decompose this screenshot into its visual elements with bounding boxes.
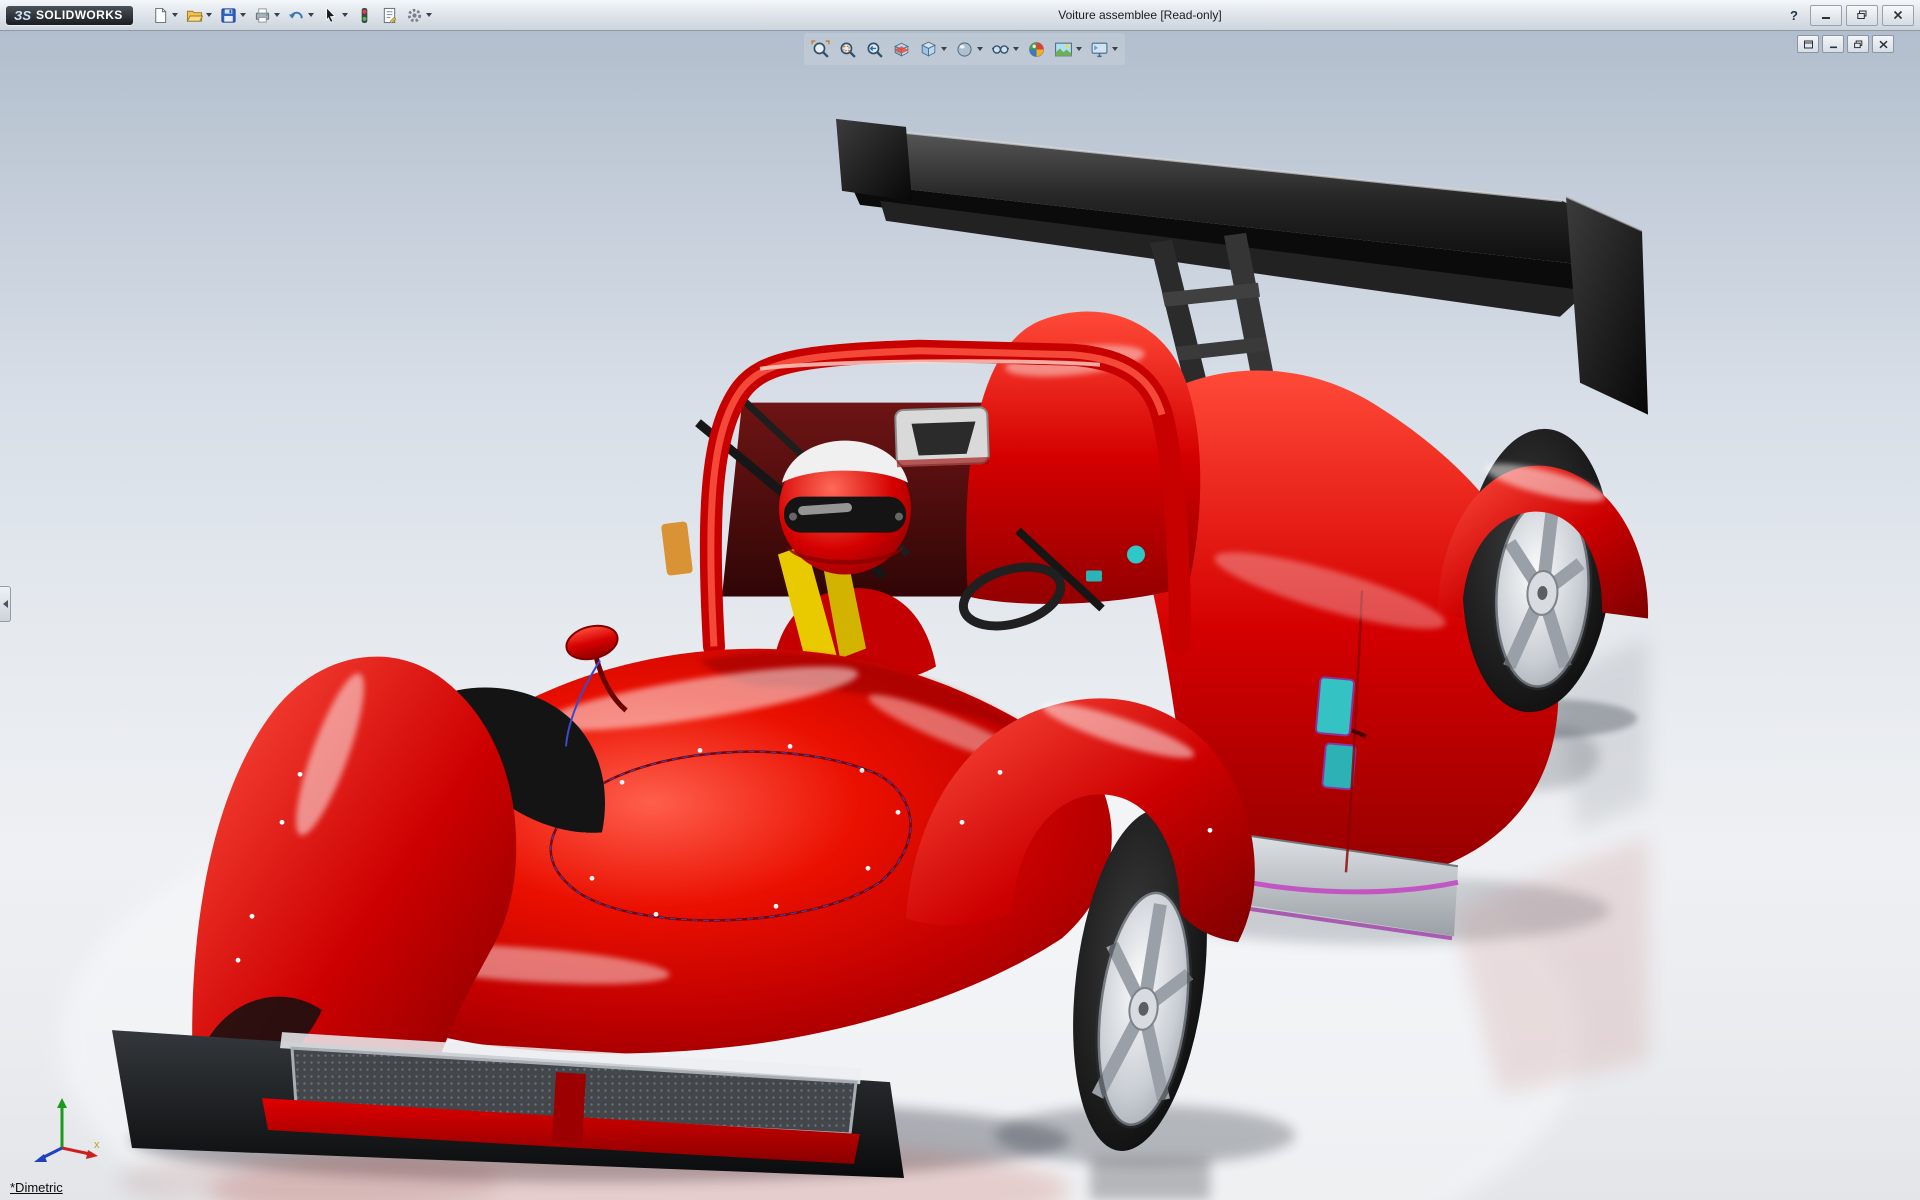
apply-scene-button-dropdown[interactable] <box>1076 47 1082 51</box>
open-icon <box>186 7 203 24</box>
solidworks-logo: ЗS SOLIDWORKS <box>6 6 133 25</box>
window-title: Voiture assemblee [Read-only] <box>360 0 1920 30</box>
restore-button[interactable] <box>1846 5 1878 26</box>
new-document-button[interactable] <box>149 1 181 29</box>
main-toolbar <box>149 1 435 29</box>
doc-menu-button[interactable] <box>1797 35 1819 53</box>
orientation-icon <box>919 40 938 59</box>
select-icon <box>322 7 339 24</box>
doc-restore-button[interactable] <box>1847 35 1869 53</box>
print-button-dropdown[interactable] <box>274 13 280 17</box>
hide-show-items-button-dropdown[interactable] <box>1013 47 1019 51</box>
options-button[interactable] <box>403 1 435 29</box>
file-properties-button[interactable] <box>378 1 401 29</box>
select-button-dropdown[interactable] <box>342 13 348 17</box>
display-style-button[interactable] <box>952 34 986 64</box>
chevron-left-icon <box>3 600 8 608</box>
car-3d-model[interactable] <box>0 31 1920 1200</box>
minimize-button[interactable] <box>1810 5 1842 26</box>
rebuild-button[interactable] <box>353 1 376 29</box>
headsup-toolbar <box>804 33 1125 65</box>
displaystyle-icon <box>955 40 974 59</box>
ds-logo-icon: ЗS <box>14 9 31 22</box>
open-button[interactable] <box>183 1 215 29</box>
settings-icon <box>1090 40 1109 59</box>
view-settings-button-dropdown[interactable] <box>1112 47 1118 51</box>
air-intake[interactable] <box>895 407 989 467</box>
display-style-button-dropdown[interactable] <box>977 47 983 51</box>
zoomfit-icon <box>811 40 830 59</box>
scene-icon <box>1054 40 1073 59</box>
options-button-dropdown[interactable] <box>426 13 432 17</box>
hide-show-items-button[interactable] <box>988 34 1022 64</box>
options-icon <box>406 7 423 24</box>
cockpit[interactable] <box>661 311 1200 687</box>
undo-icon <box>288 7 305 24</box>
window-controls: ? <box>1782 5 1914 26</box>
props-icon <box>381 7 398 24</box>
print-button[interactable] <box>251 1 283 29</box>
title-bar: ЗS SOLIDWORKS Voiture assemblee [Read-on… <box>0 0 1920 31</box>
help-button[interactable]: ? <box>1782 8 1806 23</box>
zoom-to-area-button[interactable] <box>835 34 860 64</box>
rear-wing[interactable] <box>836 119 1648 415</box>
zoom-to-fit-button[interactable] <box>808 34 833 64</box>
doc-close-button[interactable] <box>1872 35 1894 53</box>
view-orientation-label: *Dimetric <box>10 1180 63 1195</box>
select-button[interactable] <box>319 1 351 29</box>
save-icon <box>220 7 237 24</box>
view-orientation-button[interactable] <box>916 34 950 64</box>
prevview-icon <box>865 40 884 59</box>
graphics-viewport[interactable]: x *Dimetric <box>0 31 1920 1200</box>
view-settings-button[interactable] <box>1087 34 1121 64</box>
undo-button[interactable] <box>285 1 317 29</box>
orientation-triad: x <box>20 1090 104 1174</box>
doc-minimize-button[interactable] <box>1822 35 1844 53</box>
view-orientation-button-dropdown[interactable] <box>941 47 947 51</box>
rebuild-icon <box>356 7 373 24</box>
new-icon <box>152 7 169 24</box>
new-document-button-dropdown[interactable] <box>172 13 178 17</box>
save-button[interactable] <box>217 1 249 29</box>
appearance-icon <box>1027 40 1046 59</box>
hideshow-icon <box>991 40 1010 59</box>
save-button-dropdown[interactable] <box>240 13 246 17</box>
open-button-dropdown[interactable] <box>206 13 212 17</box>
document-window-controls <box>1797 35 1894 53</box>
zoomarea-icon <box>838 40 857 59</box>
section-view-button[interactable] <box>889 34 914 64</box>
close-button[interactable] <box>1882 5 1914 26</box>
undo-button-dropdown[interactable] <box>308 13 314 17</box>
section-icon <box>892 40 911 59</box>
previous-view-button[interactable] <box>862 34 887 64</box>
print-icon <box>254 7 271 24</box>
solidworks-logo-text: SOLIDWORKS <box>36 9 123 22</box>
edit-appearance-button[interactable] <box>1024 34 1049 64</box>
triad-x-label: x <box>94 1139 100 1151</box>
featuremanager-collapse-tab[interactable] <box>0 586 11 622</box>
apply-scene-button[interactable] <box>1051 34 1085 64</box>
